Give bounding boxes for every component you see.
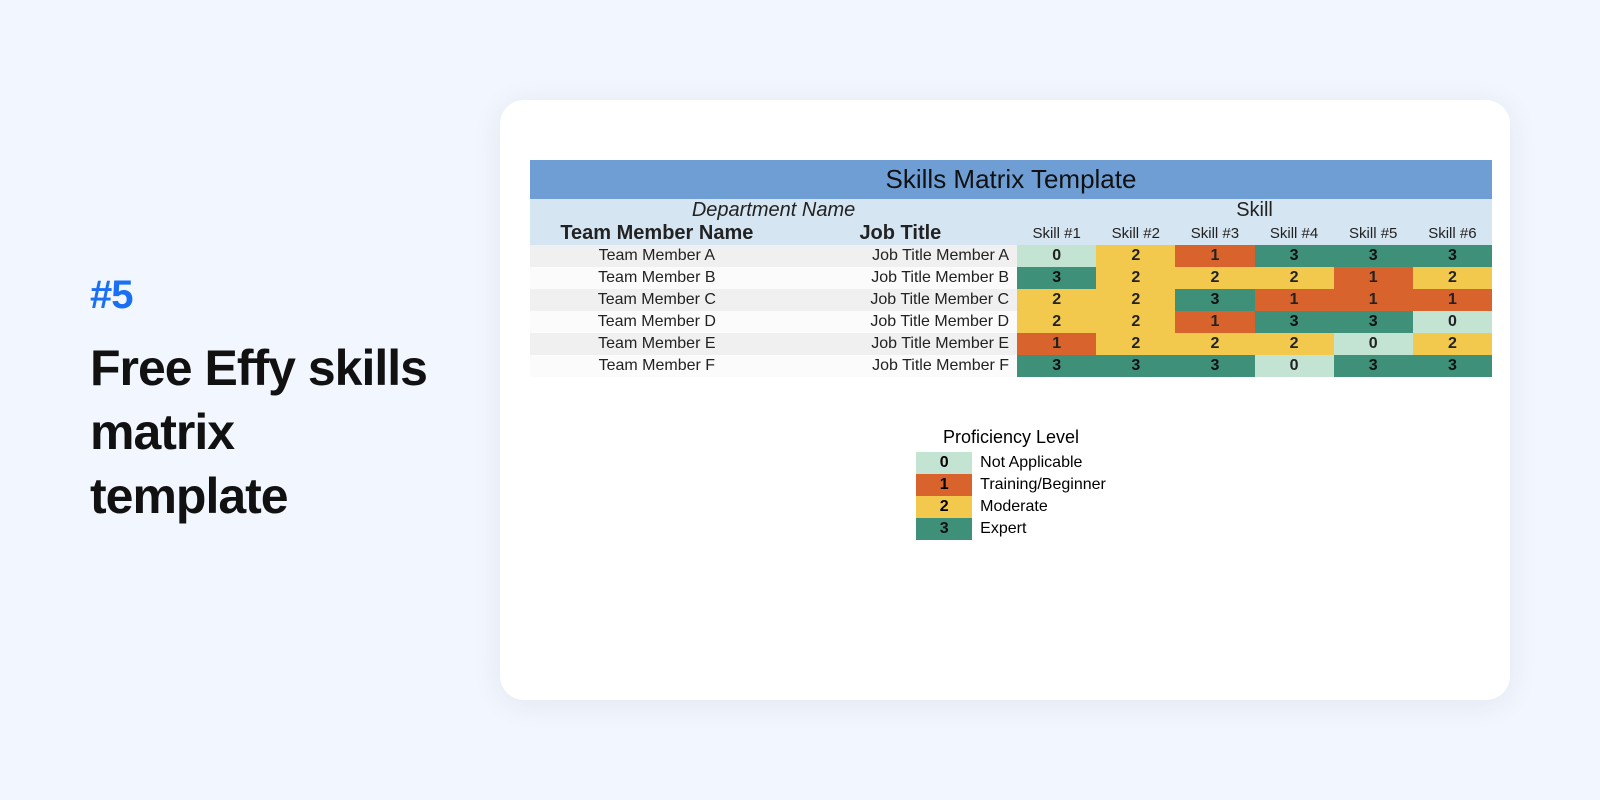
legend-swatch: 1 <box>916 474 972 496</box>
skill-header: Skill #4 <box>1255 222 1334 245</box>
text-panel: #5 Free Effy skills matrix template <box>90 273 440 528</box>
job-title: Job Title Member F <box>784 355 1017 377</box>
skill-level-cell: 2 <box>1096 333 1175 355</box>
item-title: Free Effy skills matrix template <box>90 336 440 528</box>
legend-label: Expert <box>980 520 1026 538</box>
skill-level-cell: 2 <box>1175 267 1254 289</box>
skill-level-cell: 2 <box>1096 311 1175 333</box>
member-name: Team Member A <box>530 245 784 267</box>
legend-row: 0 Not Applicable <box>916 452 1106 474</box>
table-row: Team Member BJob Title Member B322212 <box>530 267 1492 289</box>
skill-level-cell: 1 <box>1175 245 1254 267</box>
table-row: Team Member AJob Title Member A021333 <box>530 245 1492 267</box>
table-row: Team Member DJob Title Member D221330 <box>530 311 1492 333</box>
legend-container: Proficiency Level 0 Not Applicable 1 Traini… <box>530 427 1492 540</box>
job-title: Job Title Member A <box>784 245 1017 267</box>
member-name: Team Member F <box>530 355 784 377</box>
skill-level-cell: 2 <box>1413 333 1492 355</box>
skill-level-cell: 3 <box>1334 311 1413 333</box>
member-name: Team Member C <box>530 289 784 311</box>
skill-level-cell: 2 <box>1255 267 1334 289</box>
skill-level-cell: 1 <box>1017 333 1096 355</box>
matrix-title: Skills Matrix Template <box>530 160 1492 199</box>
member-name: Team Member E <box>530 333 784 355</box>
legend-label: Moderate <box>980 498 1048 516</box>
skill-level-cell: 2 <box>1175 333 1254 355</box>
job-title: Job Title Member E <box>784 333 1017 355</box>
skill-level-cell: 2 <box>1255 333 1334 355</box>
skill-level-cell: 1 <box>1175 311 1254 333</box>
skill-level-cell: 3 <box>1334 355 1413 377</box>
table-row: Team Member FJob Title Member F333033 <box>530 355 1492 377</box>
item-number-badge: #5 <box>90 273 440 318</box>
skill-level-cell: 3 <box>1413 355 1492 377</box>
skill-level-cell: 2 <box>1017 311 1096 333</box>
skill-level-cell: 0 <box>1255 355 1334 377</box>
legend-swatch: 3 <box>916 518 972 540</box>
legend-swatch: 0 <box>916 452 972 474</box>
skill-level-cell: 0 <box>1334 333 1413 355</box>
skill-level-cell: 2 <box>1017 289 1096 311</box>
skill-level-cell: 3 <box>1175 355 1254 377</box>
skill-level-cell: 3 <box>1096 355 1175 377</box>
skill-level-cell: 3 <box>1255 245 1334 267</box>
legend-row: 1 Training/Beginner <box>916 474 1106 496</box>
job-header: Job Title <box>784 222 1017 245</box>
skill-level-cell: 2 <box>1413 267 1492 289</box>
skill-level-cell: 1 <box>1413 289 1492 311</box>
matrix-body: Team Member AJob Title Member A021333Tea… <box>530 245 1492 377</box>
skill-group-label: Skill <box>1017 199 1492 222</box>
skill-header: Skill #6 <box>1413 222 1492 245</box>
skills-matrix-table: Skills Matrix Template Department Name S… <box>530 160 1492 377</box>
skill-header: Skill #5 <box>1334 222 1413 245</box>
skill-header: Skill #1 <box>1017 222 1096 245</box>
skill-level-cell: 2 <box>1096 289 1175 311</box>
name-header: Team Member Name <box>530 222 784 245</box>
legend-row: 3 Expert <box>916 518 1106 540</box>
skill-level-cell: 2 <box>1096 245 1175 267</box>
department-label: Department Name <box>530 199 1017 222</box>
skill-level-cell: 3 <box>1413 245 1492 267</box>
skill-level-cell: 3 <box>1255 311 1334 333</box>
skill-level-cell: 1 <box>1255 289 1334 311</box>
member-name: Team Member D <box>530 311 784 333</box>
job-title: Job Title Member B <box>784 267 1017 289</box>
skill-level-cell: 3 <box>1334 245 1413 267</box>
skill-level-cell: 2 <box>1096 267 1175 289</box>
skill-level-cell: 0 <box>1017 245 1096 267</box>
legend-row: 2 Moderate <box>916 496 1106 518</box>
member-name: Team Member B <box>530 267 784 289</box>
table-row: Team Member CJob Title Member C223111 <box>530 289 1492 311</box>
legend-label: Not Applicable <box>980 454 1082 472</box>
job-title: Job Title Member D <box>784 311 1017 333</box>
skill-level-cell: 3 <box>1017 267 1096 289</box>
legend-swatch: 2 <box>916 496 972 518</box>
skill-level-cell: 1 <box>1334 267 1413 289</box>
proficiency-legend: Proficiency Level 0 Not Applicable 1 Traini… <box>916 427 1106 540</box>
legend-title: Proficiency Level <box>916 427 1106 448</box>
skill-level-cell: 1 <box>1334 289 1413 311</box>
template-preview-card: Skills Matrix Template Department Name S… <box>500 100 1510 700</box>
skill-header: Skill #2 <box>1096 222 1175 245</box>
skill-level-cell: 3 <box>1017 355 1096 377</box>
skill-header: Skill #3 <box>1175 222 1254 245</box>
skill-level-cell: 0 <box>1413 311 1492 333</box>
legend-label: Training/Beginner <box>980 476 1106 494</box>
job-title: Job Title Member C <box>784 289 1017 311</box>
table-row: Team Member EJob Title Member E122202 <box>530 333 1492 355</box>
skill-level-cell: 3 <box>1175 289 1254 311</box>
